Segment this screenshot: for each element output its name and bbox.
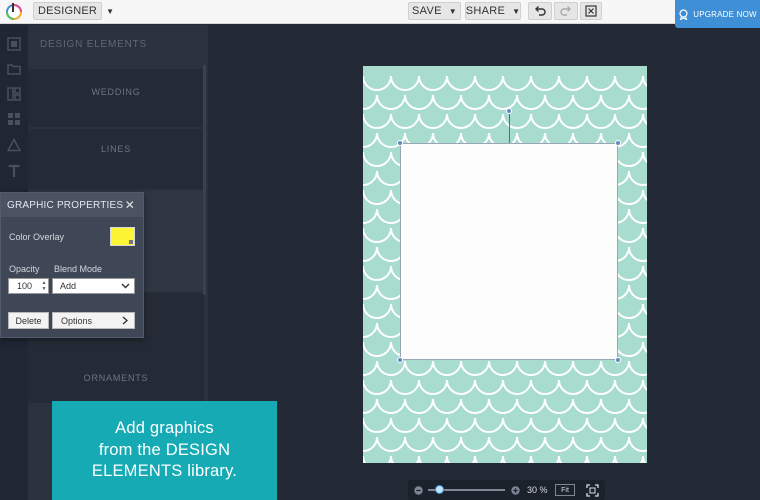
fullscreen-icon[interactable] [586,484,599,497]
undo-button[interactable] [528,2,552,20]
save-button[interactable]: SAVE ▼ [408,2,461,20]
close-design-button[interactable] [580,2,602,20]
blend-mode-value: Add [60,281,77,291]
delete-button[interactable]: Delete [8,312,49,329]
zoom-level: 30 % [527,485,548,495]
close-icon[interactable]: ✕ [125,198,135,212]
save-label: SAVE [412,5,442,17]
share-label: SHARE [465,5,506,17]
text-icon[interactable] [7,164,21,178]
designer-mode-label: DESIGNER [38,5,98,17]
rotation-handle[interactable] [506,108,512,114]
image-placeholder-frame[interactable] [400,143,618,360]
color-picker-corner-icon [129,240,133,244]
share-button[interactable]: SHARE ▼ [465,2,521,20]
category-label-lines: LINES [100,144,131,154]
chevron-right-icon [122,316,129,325]
library-scrollbar[interactable] [203,65,206,295]
zoom-slider-handle[interactable] [435,485,444,494]
category-label-wedding: WEDDING [91,87,141,97]
undo-icon [535,6,546,16]
color-overlay-swatch[interactable] [110,227,135,246]
opacity-value: 100 [16,281,33,291]
callout-line: Add graphics [115,419,214,438]
top-toolbar: DESIGNER ▼ SAVE ▼ SHARE ▼ [0,0,760,24]
delete-label: Delete [15,315,42,326]
app-logo-icon[interactable] [5,2,23,20]
upgrade-badge-icon [679,8,688,20]
category-tile-wedding[interactable] [28,69,204,127]
opacity-label: Opacity [9,264,40,274]
graphic-properties-header: GRAPHIC PROPERTIES ✕ [1,193,143,217]
zoom-out-icon[interactable] [414,486,423,495]
options-button[interactable]: Options [52,312,135,329]
close-box-icon [585,5,597,17]
options-label: Options [61,315,93,326]
resize-handle-top-left[interactable] [397,140,403,146]
stepper-arrows-icon[interactable]: ▲ ▼ [41,280,47,292]
folder-icon[interactable] [7,62,21,76]
tutorial-callout: Add graphics from the DESIGN ELEMENTS li… [52,401,277,500]
blend-mode-label: Blend Mode [54,264,103,274]
caret-down-icon: ▼ [512,6,521,16]
fit-label: Fit [561,486,569,494]
graphic-properties-panel: GRAPHIC PROPERTIES ✕ Color Overlay Opaci… [0,192,144,338]
resize-handle-top-right[interactable] [615,140,621,146]
redo-button[interactable] [554,2,578,20]
grid-icon[interactable] [7,112,21,126]
callout-text: Add graphics from the DESIGN ELEMENTS li… [92,418,237,482]
caret-down-icon: ▼ [106,6,115,16]
chevron-down-icon [121,283,130,289]
designer-mode-dropdown[interactable]: DESIGNER ▼ [33,2,114,20]
layers-icon[interactable] [7,37,21,51]
resize-handle-bottom-left[interactable] [397,357,403,363]
upgrade-label: UPGRADE NOW [693,9,757,19]
layout-icon[interactable] [7,87,21,101]
caret-down-icon: ▼ [448,6,457,16]
opacity-input[interactable]: 100 ▲ ▼ [8,278,49,294]
redo-icon [560,6,571,16]
callout-line: from the DESIGN [98,440,231,459]
upgrade-now-button[interactable]: UPGRADE NOW [675,0,760,28]
zoom-in-icon[interactable] [511,486,520,495]
graphic-properties-title: GRAPHIC PROPERTIES [7,199,124,211]
color-overlay-label: Color Overlay [9,232,65,242]
category-label-ornaments: ORNAMENTS [83,373,149,383]
shapes-icon[interactable] [7,138,21,152]
fit-button[interactable]: Fit [555,484,575,496]
callout-line: ELEMENTS library. [91,462,238,481]
blend-mode-select[interactable]: Add [52,278,135,294]
design-elements-title: DESIGN ELEMENTS [40,39,148,50]
resize-handle-bottom-right[interactable] [615,357,621,363]
category-tile-lines[interactable] [28,129,204,189]
rotation-handle-line [509,112,510,143]
